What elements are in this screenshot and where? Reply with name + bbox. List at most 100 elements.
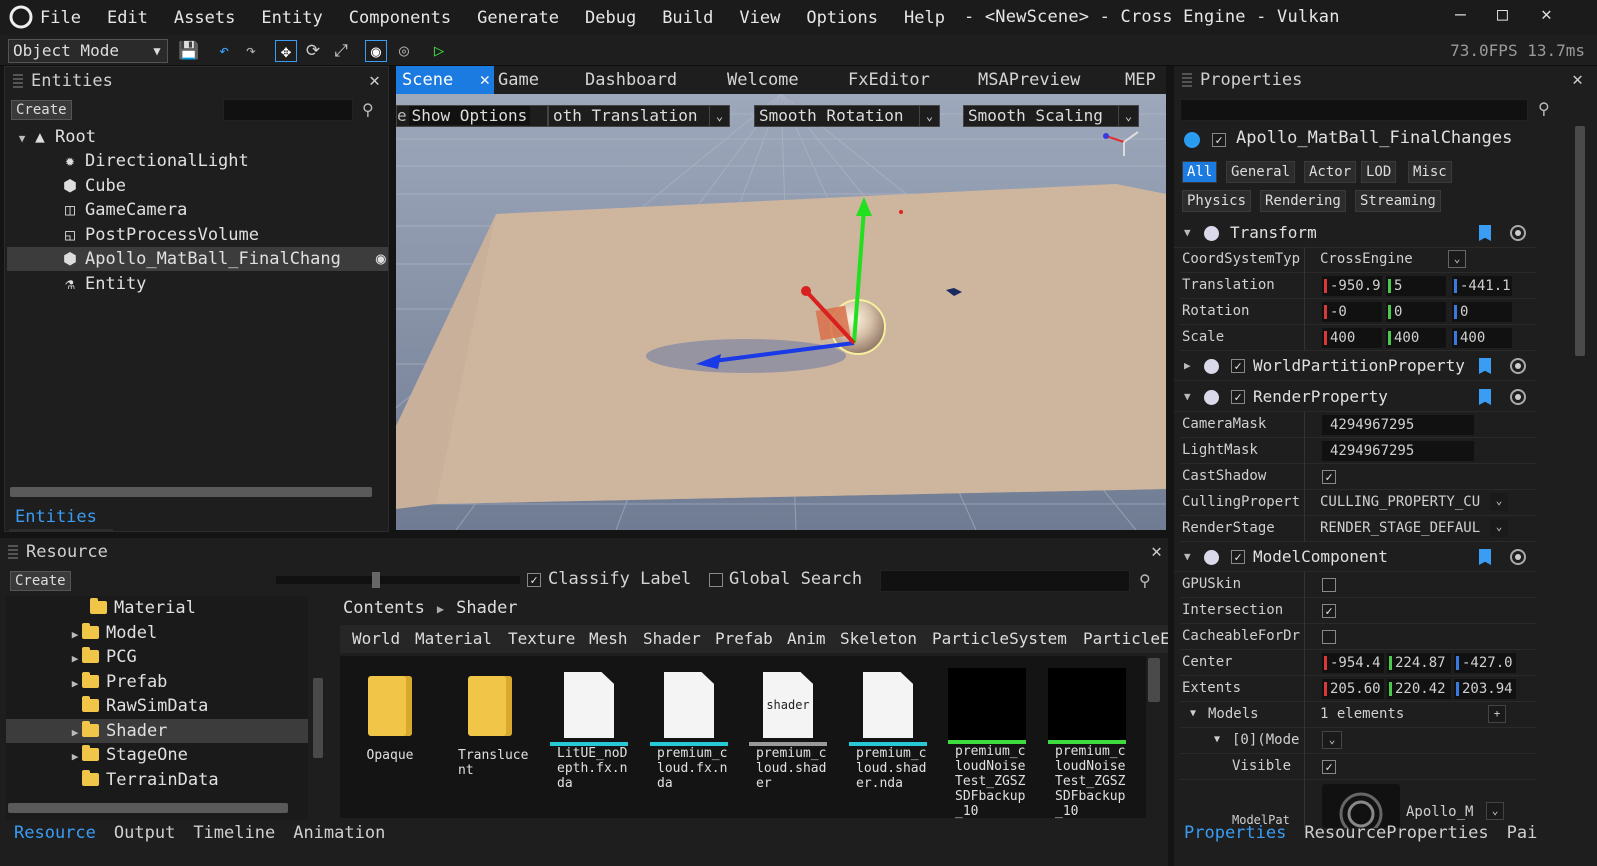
tab-resourceproperties[interactable]: ResourceProperties	[1304, 823, 1488, 843]
zoom-slider-handle[interactable]	[372, 572, 380, 588]
redo-icon[interactable]: ↷	[240, 40, 262, 62]
extents-x-field[interactable]: 205.60	[1322, 679, 1384, 699]
scene-viewport[interactable]: e Show Options oth Translation ⌄ Smooth Ro…	[396, 94, 1166, 530]
file-item-premium-cloud-shader-nda[interactable]: premium_cloud.shader.nda	[844, 668, 932, 791]
folder-model[interactable]: ▶ Model	[68, 621, 157, 645]
tab-dashboard[interactable]: Dashboard	[585, 66, 677, 94]
vertical-scrollbar[interactable]	[1575, 126, 1585, 356]
folder-pcg[interactable]: ▶ PCG	[68, 645, 137, 669]
tab-properties[interactable]: Properties	[1184, 823, 1286, 843]
collapse-arrow-icon[interactable]: ▼	[1214, 728, 1220, 752]
tab-scene[interactable]: Scene ✕	[396, 66, 494, 94]
bookmark-icon[interactable]	[1479, 549, 1491, 565]
tree-item-directionallight[interactable]: ✹ DirectionalLight	[59, 149, 249, 173]
settings-icon[interactable]	[1510, 549, 1526, 565]
scale-tool-icon[interactable]: ⤢	[330, 40, 352, 62]
bookmark-icon[interactable]	[1479, 358, 1491, 374]
show-options-button[interactable]: e Show Options	[396, 105, 548, 127]
castshadow-checkbox[interactable]: ✓	[1322, 470, 1336, 484]
tab-mep[interactable]: MEP	[1125, 66, 1156, 94]
tree-root[interactable]: ▼ ▲ Root	[15, 125, 96, 149]
category-texture[interactable]: Texture	[508, 629, 575, 648]
filter-tab-lod[interactable]: LOD	[1361, 161, 1397, 183]
vertical-scrollbar[interactable]	[313, 678, 323, 758]
maximize-button[interactable]: □	[1497, 4, 1508, 25]
search-icon[interactable]: ⚲	[1139, 571, 1151, 590]
renderstage-value[interactable]: RENDER_STAGE_DEFAUL	[1320, 516, 1480, 540]
category-world[interactable]: World	[352, 629, 400, 648]
move-tool-icon[interactable]: ✥	[275, 40, 297, 62]
undo-icon[interactable]: ↶	[213, 40, 235, 62]
close-icon[interactable]: ✕	[369, 70, 380, 91]
category-shader[interactable]: Shader	[643, 629, 701, 648]
chevron-down-icon[interactable]: ⌄	[1486, 802, 1504, 820]
tree-item-cube[interactable]: ⬢ Cube	[59, 174, 126, 198]
transform-section[interactable]: ▼ Transform	[1174, 218, 1536, 248]
viewport-render[interactable]	[396, 94, 1166, 530]
eye-icon[interactable]: ◉	[376, 247, 386, 271]
create-entity-button[interactable]: Create	[11, 100, 72, 120]
center-y-field[interactable]: 224.87	[1387, 653, 1451, 673]
property-search-input[interactable]	[1180, 99, 1528, 121]
close-window-button[interactable]: ✕	[1541, 4, 1552, 25]
breadcrumb-leaf[interactable]: Shader	[456, 598, 517, 618]
entity-enabled-checkbox[interactable]: ✓	[1212, 133, 1226, 147]
close-icon[interactable]: ✕	[480, 66, 490, 94]
create-resource-button[interactable]: Create	[10, 571, 71, 591]
chevron-down-icon[interactable]: ⌄	[1322, 731, 1342, 749]
menu-generate[interactable]: Generate	[477, 8, 559, 28]
folder-material[interactable]: Material	[76, 596, 196, 620]
minimize-button[interactable]: –	[1455, 4, 1466, 25]
classify-label-checkbox[interactable]: ✓	[527, 573, 541, 587]
search-icon[interactable]: ⚲	[362, 100, 374, 119]
smooth-scaling-select[interactable]: Smooth Scaling ⌄	[963, 105, 1139, 127]
bookmark-icon[interactable]	[1479, 225, 1491, 241]
smooth-rotation-select[interactable]: Smooth Rotation ⌄	[754, 105, 940, 127]
mode-select[interactable]: Object Mode ▼	[8, 39, 168, 63]
expand-arrow-icon[interactable]: ▶	[68, 623, 82, 647]
tab-welcome[interactable]: Welcome	[727, 66, 799, 94]
filter-tab-physics[interactable]: Physics	[1182, 190, 1252, 212]
settings-icon[interactable]	[1510, 225, 1526, 241]
horizontal-scrollbar[interactable]	[10, 487, 372, 497]
zoom-slider[interactable]	[276, 572, 520, 588]
tab-msapreview[interactable]: MSAPreview	[978, 66, 1080, 94]
menu-edit[interactable]: Edit	[107, 8, 148, 28]
menu-help[interactable]: Help	[904, 8, 945, 28]
settings-icon[interactable]	[1510, 358, 1526, 374]
cameramask-field[interactable]: 4294967295	[1322, 415, 1474, 435]
expand-arrow-icon[interactable]: ▼	[15, 127, 29, 151]
center-x-field[interactable]: -954.4	[1322, 653, 1384, 673]
settings-icon[interactable]	[1510, 389, 1526, 405]
lightmask-field[interactable]: 4294967295	[1322, 441, 1474, 461]
filter-tab-actor[interactable]: Actor	[1304, 161, 1357, 183]
category-material[interactable]: Material	[415, 629, 492, 648]
collapse-arrow-icon[interactable]: ▼	[1184, 542, 1191, 572]
file-item-premium-cloud-shader[interactable]: shader premium_cloud.shader	[744, 668, 832, 791]
rotation-x-field[interactable]: -0	[1322, 302, 1382, 322]
tree-item-entity[interactable]: ⚗ Entity	[59, 272, 146, 296]
tree-item-gamecamera[interactable]: ◫ GameCamera	[59, 198, 187, 222]
culling-value[interactable]: CULLING_PROPERTY_CU	[1320, 490, 1480, 514]
modelcomponent-enabled-checkbox[interactable]: ✓	[1231, 550, 1245, 564]
scale-x-field[interactable]: 400	[1322, 328, 1382, 348]
search-icon[interactable]: ⚲	[1538, 99, 1550, 118]
menu-build[interactable]: Build	[662, 8, 713, 28]
file-item-translucent[interactable]: Translucent	[446, 668, 534, 778]
tab-game[interactable]: Game	[498, 66, 539, 94]
tab-output[interactable]: Output	[114, 823, 175, 843]
scale-y-field[interactable]: 400	[1386, 328, 1446, 348]
extents-z-field[interactable]: 203.94	[1454, 679, 1516, 699]
collapse-arrow-icon[interactable]: ▼	[1190, 702, 1196, 726]
rotation-z-field[interactable]: 0	[1452, 302, 1512, 322]
tab-resource[interactable]: Resource	[14, 823, 96, 843]
file-item-noise-backup-2[interactable]: premium_cloudNoiseTest_ZGSZSDFbackup_10	[1043, 668, 1131, 819]
coordsystem-value[interactable]: CrossEngine	[1320, 247, 1413, 271]
worldpartition-section[interactable]: ▶ ✓ WorldPartitionProperty	[1174, 351, 1536, 381]
tab-entities[interactable]: Entities	[15, 507, 97, 527]
tab-timeline[interactable]: Timeline	[193, 823, 275, 843]
translation-y-field[interactable]: 5	[1386, 276, 1446, 296]
chevron-down-icon[interactable]: ⌄	[1490, 493, 1508, 511]
close-icon[interactable]: ✕	[1572, 69, 1583, 90]
tab-animation[interactable]: Animation	[293, 823, 385, 843]
